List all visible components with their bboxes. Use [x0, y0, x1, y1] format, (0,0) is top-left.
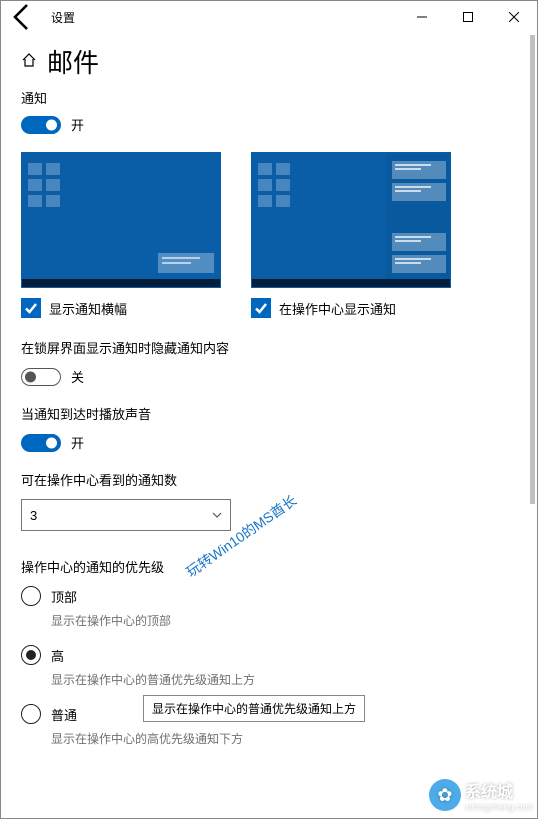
- toggle-state-label: 开: [71, 115, 84, 134]
- toggle-state-label: 关: [71, 367, 84, 386]
- show-banner-label: 显示通知横幅: [49, 299, 127, 318]
- titlebar: 设置: [1, 1, 537, 33]
- show-action-center-label: 在操作中心显示通知: [279, 299, 396, 318]
- gear-icon: ✿: [429, 779, 461, 811]
- toggle-switch-icon: [21, 434, 61, 452]
- radio-desc: 显示在操作中心的顶部: [51, 612, 517, 629]
- show-action-center-checkbox[interactable]: [251, 298, 271, 318]
- notifications-label: 通知: [21, 88, 517, 107]
- lockscreen-hide-title: 在锁屏界面显示通知时隐藏通知内容: [21, 338, 517, 357]
- site-name: 系统城: [465, 778, 533, 802]
- priority-radio-top[interactable]: 顶部: [21, 586, 517, 606]
- toggle-switch-icon: [21, 368, 61, 386]
- visible-count-title: 可在操作中心看到的通知数: [21, 470, 517, 489]
- preview-banner[interactable]: [21, 152, 221, 288]
- chevron-down-icon: [212, 508, 222, 523]
- priority-radio-high[interactable]: 高: [21, 645, 517, 665]
- window-title: 设置: [51, 9, 75, 26]
- radio-label: 顶部: [51, 587, 77, 606]
- dropdown-value: 3: [30, 508, 37, 523]
- radio-desc: 显示在操作中心的高优先级通知下方: [51, 730, 517, 747]
- tooltip: 显示在操作中心的普通优先级通知上方: [143, 695, 365, 722]
- page-title: 邮件: [47, 43, 99, 80]
- priority-title: 操作中心的通知的优先级: [21, 557, 517, 576]
- toggle-switch-icon: [21, 116, 61, 134]
- scrollbar[interactable]: [530, 35, 535, 816]
- back-button[interactable]: [7, 1, 39, 33]
- radio-label: 高: [51, 646, 64, 665]
- preview-action-center[interactable]: [251, 152, 451, 288]
- notifications-toggle[interactable]: 开: [21, 115, 517, 134]
- visible-count-dropdown[interactable]: 3: [21, 499, 231, 531]
- lockscreen-hide-toggle[interactable]: 关: [21, 367, 517, 386]
- minimize-button[interactable]: [399, 1, 445, 33]
- home-icon[interactable]: [21, 52, 37, 71]
- radio-desc: 显示在操作中心的普通优先级通知上方: [51, 671, 517, 688]
- site-watermark: ✿ 系统城 xitongcheng.com: [429, 778, 533, 812]
- sound-title: 当通知到达时播放声音: [21, 404, 517, 423]
- sound-toggle[interactable]: 开: [21, 433, 517, 452]
- toggle-state-label: 开: [71, 433, 84, 452]
- site-url: xitongcheng.com: [465, 802, 533, 812]
- maximize-button[interactable]: [445, 1, 491, 33]
- radio-label: 普通: [51, 705, 77, 724]
- close-button[interactable]: [491, 1, 537, 33]
- show-banner-checkbox[interactable]: [21, 298, 41, 318]
